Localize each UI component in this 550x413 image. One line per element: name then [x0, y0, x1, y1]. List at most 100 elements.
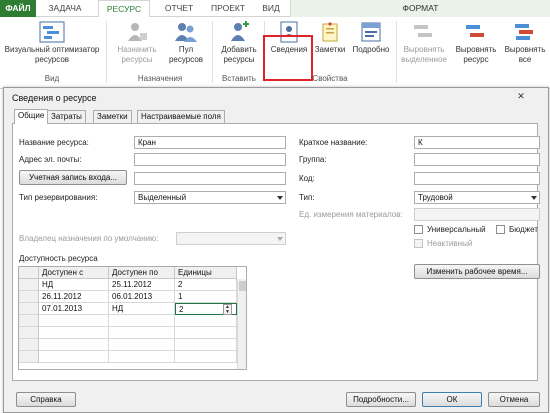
table-cell[interactable]: [39, 351, 109, 363]
assign-resources-label: Назначить ресурсы: [117, 45, 157, 64]
table-cell[interactable]: НД: [39, 279, 109, 291]
visual-optimizer-button[interactable]: Визуальный оптимизатор ресурсов: [2, 21, 102, 64]
level-resource-icon: [466, 25, 484, 37]
email-field[interactable]: [134, 153, 286, 166]
units-spinner[interactable]: ▲ ▼: [223, 304, 232, 315]
row-header[interactable]: [19, 339, 39, 351]
budget-label: Бюджет: [509, 225, 538, 234]
change-working-time-button[interactable]: Изменить рабочее время...: [414, 264, 540, 279]
row-header[interactable]: [19, 279, 39, 291]
notes-button[interactable]: Заметки: [313, 21, 347, 55]
cancel-button[interactable]: Отмена: [488, 392, 540, 407]
tab-format[interactable]: ФОРМАТ: [290, 0, 550, 17]
budget-checkbox[interactable]: [496, 225, 505, 234]
tab-file[interactable]: ФАЙЛ: [0, 0, 36, 17]
table-cell[interactable]: [39, 315, 109, 327]
add-resources-button[interactable]: Добавить ресурсы: [216, 21, 262, 64]
inactive-label: Неактивный: [427, 239, 473, 248]
table-cell[interactable]: [175, 327, 237, 339]
level-all-button[interactable]: Выровнять все: [502, 21, 548, 64]
code-label: Код:: [299, 174, 315, 183]
group-label-assignments: Назначения: [137, 74, 183, 83]
ok-button[interactable]: ОК: [422, 392, 482, 407]
row-header[interactable]: [19, 351, 39, 363]
level-resource-button[interactable]: Выровнять ресурс: [452, 21, 500, 64]
ribbon-tab-bar: ФАЙЛ ЗАДАЧА РЕСУРС ОТЧЕТ ПРОЕКТ ВИД ФОРМ…: [0, 0, 550, 18]
close-icon[interactable]: ✕: [514, 91, 528, 103]
table-cell[interactable]: [175, 315, 237, 327]
email-label: Адрес эл. почты:: [19, 155, 82, 164]
account-field[interactable]: [134, 172, 286, 185]
booking-type-select[interactable]: Выделенный: [134, 191, 286, 204]
tab-custom-fields[interactable]: Настраиваемые поля: [137, 110, 225, 123]
chevron-down-icon: [277, 237, 283, 241]
type-label: Тип:: [299, 193, 315, 202]
group-separator: [212, 21, 213, 83]
details-button[interactable]: Подробности...: [346, 392, 416, 407]
help-button[interactable]: Справка: [16, 392, 76, 407]
table-cell[interactable]: 1: [175, 291, 237, 303]
material-field[interactable]: [414, 208, 540, 221]
chevron-down-icon: [277, 196, 283, 200]
table-cell[interactable]: 25.11.2012: [109, 279, 175, 291]
inactive-checkbox[interactable]: [414, 239, 423, 248]
row-header-corner: [19, 267, 39, 279]
default-owner-select[interactable]: [176, 232, 286, 245]
level-resource-label: Выровнять ресурс: [455, 45, 497, 64]
tab-general[interactable]: Общие: [14, 109, 49, 124]
resource-name-label: Название ресурса:: [19, 138, 89, 147]
scrollbar-thumb[interactable]: [239, 281, 246, 291]
availability-scrollbar[interactable]: [237, 279, 246, 369]
group-label: Группа:: [299, 155, 327, 164]
table-cell[interactable]: [109, 339, 175, 351]
table-cell[interactable]: 06.01.2013: [109, 291, 175, 303]
details-icon: [361, 22, 381, 42]
details-ribbon-label: Подробно: [352, 45, 390, 54]
group-field[interactable]: [414, 153, 540, 166]
column-header: Доступен по: [109, 267, 175, 279]
booking-type-value: Выделенный: [138, 193, 187, 202]
table-cell[interactable]: 26.11.2012: [39, 291, 109, 303]
tab-report[interactable]: ОТЧЕТ: [156, 0, 202, 17]
level-selection-button[interactable]: Выровнять выделенное: [398, 21, 450, 64]
table-cell[interactable]: [39, 327, 109, 339]
tab-task[interactable]: ЗАДАЧА: [38, 0, 92, 17]
type-select[interactable]: Трудовой: [414, 191, 540, 204]
generic-checkbox[interactable]: [414, 225, 423, 234]
resource-name-field[interactable]: Кран: [134, 136, 286, 149]
resource-pool-label: Пул ресурсов: [168, 45, 204, 64]
row-header[interactable]: [19, 303, 39, 315]
row-header[interactable]: [19, 327, 39, 339]
resource-information-dialog: Сведения о ресурсе ✕ Общие Затраты Замет…: [3, 87, 549, 413]
group-label-insert: Вставить: [222, 74, 256, 83]
table-cell[interactable]: [39, 339, 109, 351]
add-resources-label: Добавить ресурсы: [221, 45, 257, 64]
generic-label: Универсальный: [427, 225, 486, 234]
tab-notes[interactable]: Заметки: [93, 110, 132, 123]
code-field[interactable]: [414, 172, 540, 185]
table-cell[interactable]: 2: [175, 279, 237, 291]
table-cell[interactable]: [175, 351, 237, 363]
resource-pool-button[interactable]: Пул ресурсов: [164, 21, 208, 64]
table-cell[interactable]: 07.01.2013: [39, 303, 109, 315]
optimizer-icon: [39, 21, 65, 43]
table-cell[interactable]: [109, 351, 175, 363]
row-header[interactable]: [19, 315, 39, 327]
tab-costs[interactable]: Затраты: [47, 110, 86, 123]
row-header[interactable]: [19, 291, 39, 303]
account-button[interactable]: Учетная запись входа...: [19, 170, 127, 185]
table-cell[interactable]: [109, 315, 175, 327]
ribbon: Визуальный оптимизатор ресурсов Вид Назн…: [0, 17, 550, 89]
short-name-field[interactable]: К: [414, 136, 540, 149]
tab-project[interactable]: ПРОЕКТ: [204, 0, 252, 17]
assign-resources-button[interactable]: Назначить ресурсы: [112, 21, 162, 64]
tab-view[interactable]: ВИД: [256, 0, 286, 17]
table-cell[interactable]: [109, 327, 175, 339]
column-header: Единицы: [175, 267, 237, 279]
tab-resource[interactable]: РЕСУРС: [98, 0, 150, 18]
level-all-label: Выровнять все: [504, 45, 546, 64]
table-cell[interactable]: [175, 339, 237, 351]
level-all-icon: [515, 24, 533, 40]
table-cell[interactable]: НД: [109, 303, 175, 315]
details-ribbon-button[interactable]: Подробно: [348, 21, 394, 55]
